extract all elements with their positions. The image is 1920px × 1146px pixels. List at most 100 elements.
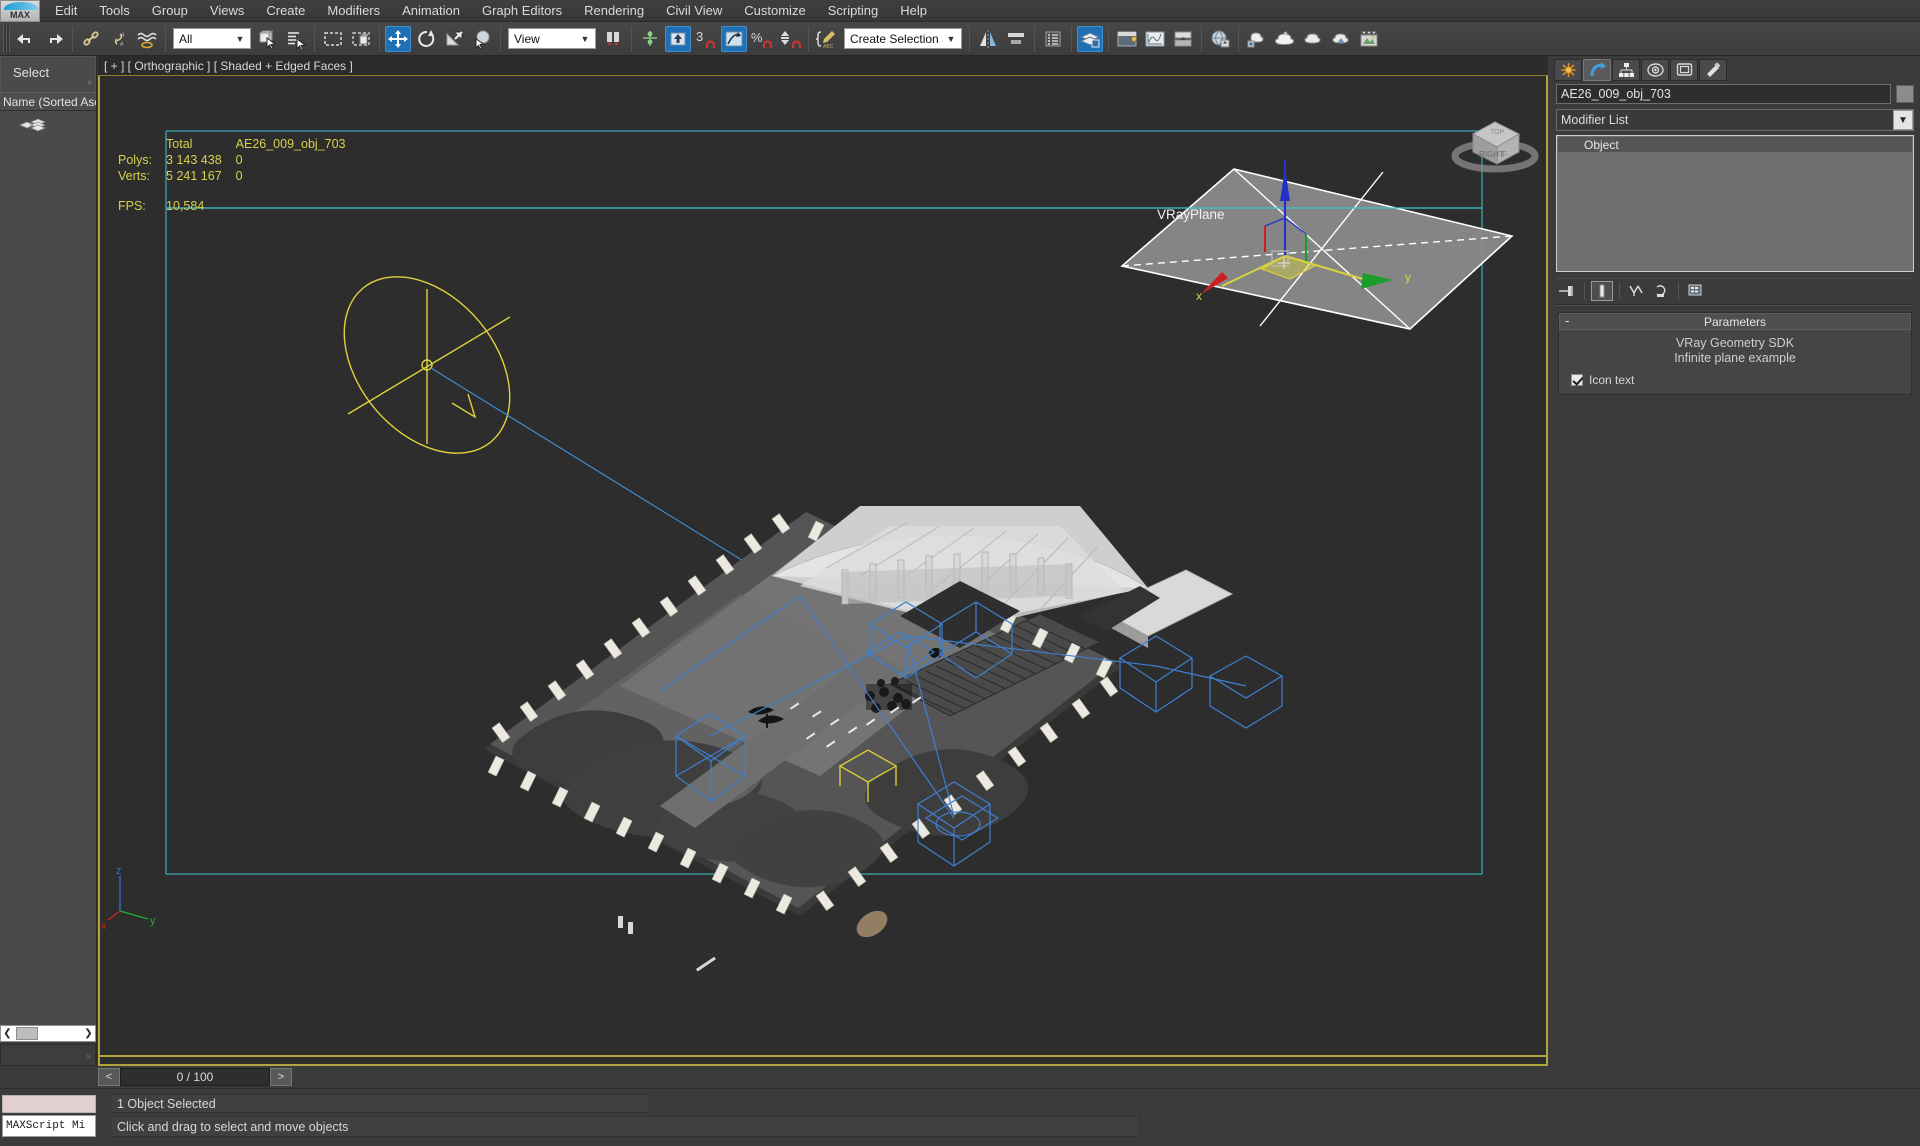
icon-text-checkbox[interactable] (1571, 374, 1583, 386)
chevron-down-icon[interactable]: ▼ (232, 29, 248, 48)
time-slider-next-button[interactable]: > (270, 1068, 292, 1086)
align-icon[interactable] (1003, 26, 1029, 52)
modifier-stack[interactable]: Object (1556, 135, 1914, 272)
separator (1619, 282, 1620, 300)
utilities-tab[interactable] (1699, 58, 1727, 81)
scene-explorer-hscrollbar[interactable]: ❮ ❯ (0, 1025, 96, 1042)
schematic-view-icon[interactable] (1142, 26, 1168, 52)
select-by-name-icon[interactable] (283, 26, 309, 52)
snaps-toggle-icon[interactable] (665, 25, 691, 52)
time-slider-thumb[interactable]: 0 / 100 (120, 1068, 270, 1086)
material-editor-icon[interactable] (1170, 26, 1196, 52)
layer-explorer-icon[interactable] (1040, 26, 1066, 52)
menu-views[interactable]: Views (199, 0, 255, 22)
make-unique-icon[interactable] (1626, 281, 1648, 301)
menu-group[interactable]: Group (141, 0, 199, 22)
show-end-result-icon[interactable] (1591, 281, 1613, 301)
manage-layers-icon[interactable] (1077, 25, 1103, 52)
time-slider-track[interactable] (292, 1068, 1548, 1086)
menu-animation[interactable]: Animation (391, 0, 471, 22)
spinner-snap-icon[interactable]: % (749, 26, 775, 52)
scrollbar-thumb[interactable] (16, 1027, 38, 1040)
svg-text:#: # (121, 33, 125, 39)
select-and-rotate-icon[interactable] (413, 26, 439, 52)
display-tab[interactable] (1670, 58, 1698, 81)
menu-edit[interactable]: Edit (44, 0, 88, 22)
scroll-right-icon[interactable]: ❯ (82, 1028, 95, 1039)
render-setup-icon[interactable] (1207, 26, 1233, 52)
scene-explorer-chevron-icon[interactable]: » (87, 77, 92, 87)
chevron-down-icon[interactable]: ▼ (1893, 110, 1913, 130)
selection-filter-combo[interactable]: All ▼ (173, 28, 251, 49)
select-placement-icon[interactable] (469, 26, 495, 52)
max-logo-button[interactable]: MAX (0, 0, 40, 22)
render-preview-icon[interactable] (1328, 26, 1354, 52)
menu-help[interactable]: Help (889, 0, 938, 22)
menu-rendering[interactable]: Rendering (573, 0, 655, 22)
scene-explorer-column-header[interactable]: Name (Sorted Asc (0, 92, 96, 111)
modifier-stack-item[interactable]: Object (1558, 137, 1912, 153)
motion-tab[interactable] (1641, 58, 1669, 81)
window-crossing-icon[interactable] (348, 26, 374, 52)
named-selection-set-combo[interactable]: Create Selection Se ▼ (844, 28, 962, 49)
scroll-left-icon[interactable]: ❮ (1, 1028, 14, 1039)
rendered-frame-window-icon[interactable] (1356, 26, 1382, 52)
unlink-icon[interactable]: # # (106, 26, 132, 52)
hierarchy-tab[interactable] (1612, 58, 1640, 81)
icon-text-row[interactable]: Icon text (1567, 373, 1903, 387)
select-and-scale-icon[interactable] (441, 26, 467, 52)
menu-civil-view[interactable]: Civil View (655, 0, 733, 22)
render-activeshade-icon[interactable] (1300, 26, 1326, 52)
rectangular-region-icon[interactable] (320, 26, 346, 52)
parameters-rollout-header[interactable]: - Parameters (1559, 313, 1911, 330)
percent-snap-icon[interactable] (721, 25, 747, 52)
chevron-down-icon[interactable]: ▼ (943, 29, 959, 48)
bind-space-warp-icon[interactable] (134, 26, 160, 52)
use-pivot-center-icon[interactable] (600, 26, 626, 52)
chevron-down-icon[interactable]: ▼ (577, 29, 593, 48)
collapse-icon[interactable]: - (1565, 313, 1569, 328)
list-item[interactable] (18, 117, 96, 135)
viewport-label[interactable]: [ + ] [ Orthographic ] [ Shaded + Edged … (98, 56, 1548, 76)
time-slider-prev-button[interactable]: < (98, 1068, 120, 1086)
menu-customize[interactable]: Customize (733, 0, 816, 22)
maxscript-listener-output[interactable] (2, 1095, 96, 1113)
menu-modifiers[interactable]: Modifiers (316, 0, 391, 22)
modify-tab[interactable] (1583, 58, 1611, 81)
render-iterative-icon[interactable] (1272, 26, 1298, 52)
mirror-icon[interactable] (975, 26, 1001, 52)
layers-icon (18, 117, 48, 136)
reference-coordinate-combo[interactable]: View ▼ (508, 28, 596, 49)
object-name-field[interactable]: AE26_009_obj_703 (1556, 84, 1891, 104)
viewport-scene[interactable]: y x VRayPlane z x y RIGHT F TOP (100, 76, 1546, 1062)
maxscript-mini-listener[interactable]: MAXScript Mi (2, 1115, 96, 1137)
toolbar-separator (1108, 25, 1109, 52)
toolbar-separator (72, 25, 73, 52)
viewport-canvas[interactable]: y x VRayPlane z x y RIGHT F TOP Total AE… (98, 76, 1548, 1066)
angle-snap-icon[interactable]: 3 (693, 26, 719, 52)
menu-create[interactable]: Create (255, 0, 316, 22)
redo-icon[interactable] (41, 26, 67, 52)
curve-editor-icon[interactable] (1114, 26, 1140, 52)
toolbar-grip[interactable] (3, 25, 10, 52)
footer-chevron-icon[interactable]: » (86, 1051, 91, 1061)
pin-stack-icon[interactable] (1556, 281, 1578, 301)
select-and-manipulate-icon[interactable] (637, 26, 663, 52)
undo-icon[interactable] (13, 26, 39, 52)
edit-named-selection-icon[interactable]: ABC (814, 26, 840, 52)
configure-sets-icon[interactable] (1685, 281, 1707, 301)
select-link-icon[interactable] (78, 26, 104, 52)
select-and-move-icon[interactable] (385, 25, 411, 52)
menu-scripting[interactable]: Scripting (817, 0, 890, 22)
create-tab[interactable] (1554, 58, 1582, 81)
modifier-list-combo[interactable]: Modifier List ▼ (1556, 109, 1914, 131)
remove-modifier-icon[interactable] (1650, 281, 1672, 301)
viewport[interactable]: [ + ] [ Orthographic ] [ Shaded + Edged … (98, 56, 1548, 1066)
menu-graph-editors[interactable]: Graph Editors (471, 0, 573, 22)
menu-tools[interactable]: Tools (88, 0, 140, 22)
object-color-swatch[interactable] (1896, 85, 1914, 103)
render-production-icon[interactable] (1244, 26, 1270, 52)
spinner-arrows-icon[interactable] (777, 26, 803, 52)
select-object-icon[interactable] (255, 26, 281, 52)
scene-explorer-list[interactable] (0, 111, 96, 1027)
